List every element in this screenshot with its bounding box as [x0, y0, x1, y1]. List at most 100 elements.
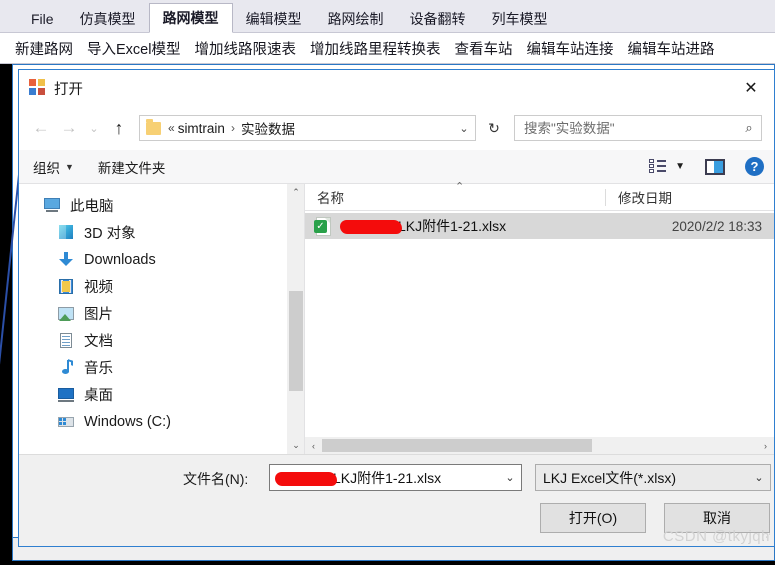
- sidebar-item-this-pc[interactable]: 此电脑: [19, 192, 287, 219]
- breadcrumb-simtrain[interactable]: simtrain: [178, 121, 225, 136]
- command-new-network[interactable]: 新建路网: [8, 38, 80, 59]
- filename-label: 文件名(N):: [183, 471, 249, 487]
- command-edit-station-connections[interactable]: 编辑车站连接: [519, 38, 620, 59]
- this-pc-icon: [43, 197, 61, 214]
- filename-input[interactable]: LKJ附件1-21.xlsx ⌄: [269, 464, 522, 491]
- column-header-name-label: 名称: [317, 191, 344, 206]
- videos-icon: [57, 278, 75, 295]
- navigation-pane: 此电脑 3D 对象 Downloads 视频 图片 文档 音乐 桌面 Windo…: [19, 184, 304, 454]
- redaction-mark: [340, 220, 402, 234]
- up-icon[interactable]: ↑: [105, 114, 133, 142]
- breadcrumb-current-folder[interactable]: 实验数据: [241, 118, 295, 138]
- forward-icon[interactable]: →: [55, 114, 83, 142]
- scroll-up-icon[interactable]: ⌃: [288, 184, 304, 201]
- dialog-body: 此电脑 3D 对象 Downloads 视频 图片 文档 音乐 桌面 Windo…: [19, 181, 774, 454]
- file-list-horizontal-scrollbar[interactable]: ‹ ›: [305, 437, 774, 454]
- resize-grip-icon[interactable]: ⋰: [762, 532, 771, 543]
- navigation-pane-scrollbar[interactable]: ⌃ ⌄: [287, 184, 304, 454]
- search-box[interactable]: ⌕: [514, 115, 762, 141]
- sidebar-item-documents[interactable]: 文档: [19, 327, 287, 354]
- help-icon[interactable]: ?: [745, 157, 764, 176]
- view-options-icon[interactable]: [649, 159, 667, 174]
- sidebar-item-label: 音乐: [84, 361, 113, 377]
- chevron-down-icon[interactable]: ⌄: [499, 471, 521, 484]
- chevron-down-icon[interactable]: ⌄: [748, 471, 770, 484]
- sidebar-item-label: 3D 对象: [84, 226, 136, 242]
- table-row[interactable]: ✓ LKJ附件1-21.xlsx 2020/2/2 18:33: [305, 213, 774, 239]
- sidebar-item-videos[interactable]: 视频: [19, 273, 287, 300]
- ribbon-commandbar: 新建路网 导入Excel模型 增加线路限速表 增加线路里程转换表 查看车站 编辑…: [0, 33, 775, 64]
- column-header-name[interactable]: 名称 ⌃: [305, 181, 605, 207]
- dialog-title: 打开: [54, 81, 83, 98]
- excel-file-icon: ✓: [314, 216, 332, 236]
- tab-network-model[interactable]: 路网模型: [148, 3, 233, 33]
- search-icon: ⌕: [745, 120, 753, 135]
- column-headers: 名称 ⌃ 修改日期: [305, 181, 774, 211]
- sidebar-item-windows-c[interactable]: Windows (C:): [19, 408, 287, 435]
- open-button[interactable]: 打开(O): [540, 503, 646, 533]
- dialog-command-bar: 组织 ▼ 新建文件夹 ▼ ?: [19, 150, 774, 184]
- refresh-icon[interactable]: ↻: [482, 115, 506, 141]
- command-add-speed-limit-table[interactable]: 增加线路限速表: [187, 38, 303, 59]
- dialog-titlebar: 打开 ✕: [19, 70, 774, 106]
- filetype-select[interactable]: LKJ Excel文件(*.xlsx) ⌄: [535, 464, 771, 491]
- address-bar[interactable]: « simtrain › 实验数据 ⌄: [139, 115, 476, 141]
- command-add-mileage-conversion-table[interactable]: 增加线路里程转换表: [303, 38, 448, 59]
- scroll-left-icon[interactable]: ‹: [305, 441, 322, 451]
- scroll-right-icon[interactable]: ›: [757, 441, 774, 451]
- close-icon[interactable]: ✕: [728, 73, 774, 103]
- sidebar-item-downloads[interactable]: Downloads: [19, 246, 287, 273]
- windows-logo-icon: [29, 79, 47, 97]
- organize-button[interactable]: 组织 ▼: [33, 157, 74, 177]
- tab-network-drawing[interactable]: 路网绘制: [315, 6, 397, 33]
- sidebar-item-label: 视频: [84, 280, 113, 296]
- downloads-icon: [57, 251, 75, 268]
- folder-icon: [146, 118, 161, 135]
- tab-simulation-model[interactable]: 仿真模型: [67, 6, 149, 33]
- sync-check-badge-icon: ✓: [314, 219, 327, 233]
- back-icon[interactable]: ←: [27, 114, 55, 142]
- sidebar-item-label: Downloads: [84, 251, 156, 268]
- command-edit-station-routes[interactable]: 编辑车站进路: [620, 38, 721, 59]
- sidebar-item-3d-objects[interactable]: 3D 对象: [19, 219, 287, 246]
- filename-text: LKJ附件1-21.xlsx: [333, 469, 442, 486]
- chevron-down-icon: ▼: [65, 161, 74, 172]
- filetype-value: LKJ Excel文件(*.xlsx): [543, 469, 677, 486]
- sidebar-item-music[interactable]: 音乐: [19, 354, 287, 381]
- column-header-date-modified[interactable]: 修改日期: [606, 187, 672, 207]
- filename-value: LKJ附件1-21.xlsx: [275, 468, 441, 488]
- preview-pane-icon[interactable]: [705, 158, 725, 175]
- sidebar-item-label: 此电脑: [70, 199, 114, 215]
- sidebar-item-label: 文档: [84, 334, 113, 350]
- hscrollbar-track[interactable]: [322, 438, 757, 453]
- command-view-stations[interactable]: 查看车站: [447, 38, 519, 59]
- navigation-tree: 此电脑 3D 对象 Downloads 视频 图片 文档 音乐 桌面 Windo…: [19, 184, 287, 454]
- sidebar-item-pictures[interactable]: 图片: [19, 300, 287, 327]
- ribbon-tabs: File 仿真模型 路网模型 编辑模型 路网绘制 设备翻转 列车模型: [0, 0, 561, 33]
- open-file-dialog: 打开 ✕ ← → ⌄ ↑ « simtrain › 实验数据 ⌄ ↻ ⌕ 组织 …: [18, 69, 775, 547]
- search-input[interactable]: [515, 120, 737, 136]
- recent-locations-icon[interactable]: ⌄: [83, 114, 105, 142]
- file-list[interactable]: ✓ LKJ附件1-21.xlsx 2020/2/2 18:33: [305, 211, 774, 437]
- sidebar-item-label: Windows (C:): [84, 413, 172, 430]
- dialog-navigation-bar: ← → ⌄ ↑ « simtrain › 实验数据 ⌄ ↻ ⌕: [19, 106, 774, 150]
- file-name-label: LKJ附件1-21.xlsx: [398, 218, 507, 234]
- chevron-down-icon[interactable]: ⌄: [453, 122, 475, 135]
- scrollbar-thumb[interactable]: [289, 291, 303, 391]
- tab-file[interactable]: File: [18, 6, 67, 33]
- scroll-down-icon[interactable]: ⌄: [288, 437, 304, 454]
- sidebar-item-desktop[interactable]: 桌面: [19, 381, 287, 408]
- file-list-pane: 名称 ⌃ 修改日期 ✓ LKJ附件1-21.xlsx 2020/2/2 18:3…: [305, 181, 774, 454]
- tab-edit-model[interactable]: 编辑模型: [233, 6, 315, 33]
- command-import-excel-model[interactable]: 导入Excel模型: [80, 38, 187, 59]
- drive-icon: [57, 413, 75, 430]
- chevron-down-icon[interactable]: ▼: [675, 161, 685, 172]
- redaction-mark: [275, 471, 337, 486]
- cancel-button[interactable]: 取消: [664, 503, 770, 533]
- tab-device-flip[interactable]: 设备翻转: [397, 6, 479, 33]
- breadcrumb-overflow-icon[interactable]: «: [168, 121, 175, 135]
- tab-train-model[interactable]: 列车模型: [479, 6, 561, 33]
- new-folder-button[interactable]: 新建文件夹: [98, 157, 166, 177]
- scrollbar-track[interactable]: [288, 201, 304, 437]
- hscrollbar-thumb[interactable]: [322, 439, 592, 452]
